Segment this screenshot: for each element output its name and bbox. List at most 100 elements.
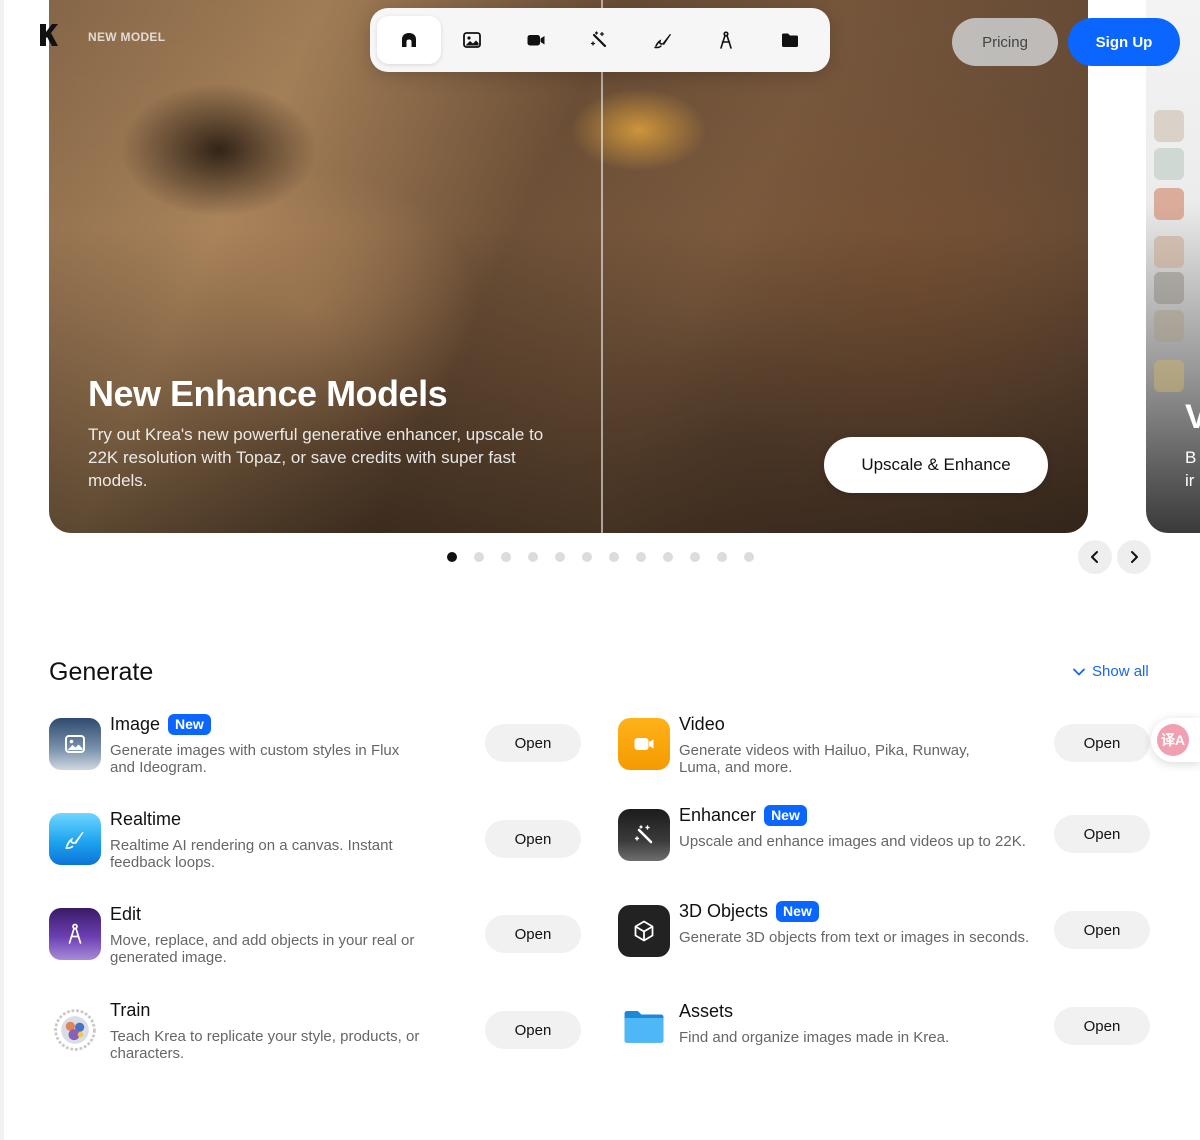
tool-description: Realtime AI rendering on a canvas. Insta…: [110, 837, 393, 871]
tool-description: Generate videos with Hailuo, Pika, Runwa…: [679, 742, 970, 776]
open-video-button[interactable]: Open: [1054, 724, 1150, 762]
carousel-dot[interactable]: [744, 552, 754, 562]
peek-thumbnail: [1154, 110, 1184, 142]
assets-tool-icon: [618, 1000, 670, 1052]
tool-description: Find and organize images made in Krea.: [679, 1029, 950, 1046]
new-badge: New: [168, 714, 211, 735]
generate-section-title: Generate: [49, 658, 154, 686]
carousel-dot[interactable]: [609, 552, 619, 562]
home-icon: [401, 33, 416, 47]
pricing-button[interactable]: Pricing: [952, 18, 1058, 66]
tool-card-video[interactable]: Video Generate videos with Hailuo, Pika,…: [618, 714, 1158, 788]
translate-floating-button[interactable]: 译A: [1151, 718, 1200, 762]
carousel-dot[interactable]: [663, 552, 673, 562]
nav-realtime-button[interactable]: [631, 16, 695, 64]
carousel-dot[interactable]: [474, 552, 484, 562]
new-model-tag[interactable]: NEW MODEL: [88, 30, 165, 44]
tool-card-title: Image New: [110, 714, 211, 735]
translate-icon: 译A: [1157, 724, 1189, 756]
enhancer-tool-icon: [618, 809, 670, 861]
image-icon: [463, 32, 482, 48]
upscale-enhance-button[interactable]: Upscale & Enhance: [824, 437, 1048, 493]
peek-thumbnail: [1154, 188, 1184, 220]
carousel-dot[interactable]: [528, 552, 538, 562]
realtime-pen-icon: [65, 832, 84, 849]
tool-card-assets[interactable]: Assets Find and organize images made in …: [618, 1000, 1158, 1070]
nav-enhancer-button[interactable]: [568, 16, 632, 64]
open-edit-button[interactable]: Open: [485, 915, 581, 953]
open-3d-objects-button[interactable]: Open: [1054, 911, 1150, 949]
open-assets-button[interactable]: Open: [1054, 1007, 1150, 1045]
chevron-down-icon: [1073, 668, 1085, 675]
peek-thumbnail: [1154, 310, 1184, 342]
nav-assets-button[interactable]: [758, 16, 822, 64]
carousel-dot[interactable]: [690, 552, 700, 562]
tool-name: Video: [679, 714, 725, 734]
tool-navigation-bar: [370, 8, 830, 72]
tool-card-title: Video: [679, 714, 725, 735]
video-tool-icon: [618, 718, 670, 770]
tool-card-title: Realtime: [110, 809, 181, 830]
tool-name: Image: [110, 714, 161, 734]
tool-card-train[interactable]: Train Teach Krea to replicate your style…: [49, 1000, 589, 1074]
tool-card-3d-objects[interactable]: 3D Objects New Generate 3D objects from t…: [618, 901, 1158, 975]
cube-icon: [634, 920, 654, 942]
carousel-dots: [447, 552, 754, 562]
tool-card-title: Edit: [110, 904, 141, 925]
carousel-dot[interactable]: [501, 552, 511, 562]
folder-icon: [624, 1010, 664, 1043]
edit-icon: [720, 31, 733, 49]
tool-name: Realtime: [110, 809, 182, 829]
nav-home-button[interactable]: [377, 16, 441, 64]
tool-name: Edit: [110, 904, 142, 924]
3d-objects-tool-icon: [618, 905, 670, 957]
hero-description: Try out Krea's new powerful generative e…: [88, 425, 544, 490]
tool-description: Upscale and enhance images and videos up…: [679, 833, 1026, 850]
tool-description: Move, replace, and add objects in your r…: [110, 932, 415, 966]
tool-card-image[interactable]: Image New Generate images with custom sty…: [49, 714, 589, 788]
enhancer-icon: [591, 31, 607, 48]
krea-logo-icon[interactable]: [38, 22, 60, 48]
tool-card-enhancer[interactable]: Enhancer New Upscale and enhance images a…: [618, 805, 1158, 879]
open-train-button[interactable]: Open: [485, 1011, 581, 1049]
hero-title: New Enhance Models: [88, 373, 448, 414]
open-image-button[interactable]: Open: [485, 724, 581, 762]
peek-thumbnail: [1154, 360, 1184, 392]
nav-edit-button[interactable]: [695, 16, 759, 64]
new-badge: New: [776, 901, 819, 922]
train-tool-icon: [49, 1004, 101, 1056]
carousel-dot[interactable]: [636, 552, 646, 562]
nav-image-button[interactable]: [441, 16, 505, 64]
sign-up-button[interactable]: Sign Up: [1068, 18, 1180, 66]
tool-description: Generate 3D objects from text or images …: [679, 929, 1030, 946]
window-edge: [0, 0, 4, 1140]
open-realtime-button[interactable]: Open: [485, 820, 581, 858]
open-enhancer-button[interactable]: Open: [1054, 815, 1150, 853]
tool-card-realtime[interactable]: Realtime Realtime AI rendering on a canv…: [49, 809, 589, 883]
next-slide-text: B: [1185, 448, 1197, 467]
realtime-icon: [654, 34, 671, 49]
before-after-divider[interactable]: [601, 0, 603, 533]
next-slide-preview[interactable]: V B ir: [1146, 0, 1200, 533]
nav-video-button[interactable]: [504, 16, 568, 64]
tool-card-title: Enhancer New: [679, 805, 807, 826]
tool-description: Generate images with custom styles in Fl…: [110, 742, 400, 776]
show-all-label: Show all: [1092, 663, 1149, 680]
peek-thumbnail: [1154, 236, 1184, 268]
video-icon: [527, 35, 545, 46]
tool-name: 3D Objects: [679, 901, 769, 921]
carousel-dot[interactable]: [717, 552, 727, 562]
tool-card-title: 3D Objects New: [679, 901, 819, 922]
peek-thumbnail: [1154, 148, 1184, 180]
carousel-next-button[interactable]: [1117, 540, 1151, 574]
carousel-dot[interactable]: [447, 552, 457, 562]
hero-banner[interactable]: New Enhance Models Try out Krea's new po…: [49, 0, 1088, 533]
carousel-prev-button[interactable]: [1078, 540, 1112, 574]
show-all-link[interactable]: Show all: [1072, 663, 1149, 680]
next-slide-text: ir: [1185, 471, 1195, 490]
chevron-left-icon: [1091, 551, 1098, 563]
tool-card-edit[interactable]: Edit Move, replace, and add objects in y…: [49, 904, 589, 978]
carousel-dot[interactable]: [555, 552, 565, 562]
chevron-right-icon: [1131, 551, 1138, 563]
carousel-dot[interactable]: [582, 552, 592, 562]
